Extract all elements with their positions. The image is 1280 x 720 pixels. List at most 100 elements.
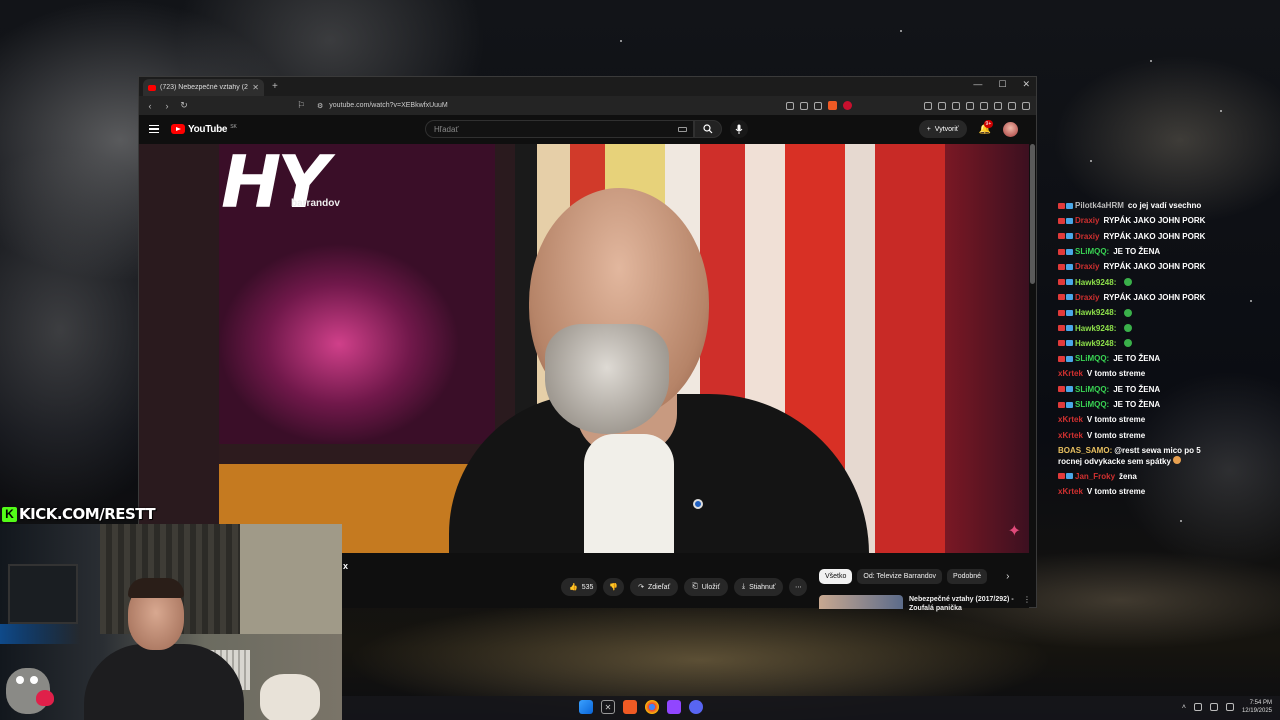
chat-username[interactable]: Hawk9248: xyxy=(1075,339,1116,348)
like-button[interactable]: 👍 535 xyxy=(561,578,598,596)
chat-username[interactable]: SLiMQQ: xyxy=(1075,400,1109,409)
search-button[interactable] xyxy=(694,120,722,138)
chat-username[interactable]: SLiMQQ: xyxy=(1075,354,1109,363)
browser-tab[interactable]: (723) Nebezpečné vztahy (2015) ✕ xyxy=(143,79,264,96)
video-player[interactable]: HY barrandov ✦ xyxy=(139,144,1029,553)
webcam-light xyxy=(0,624,80,644)
chat-username[interactable]: SLiMQQ: xyxy=(1075,385,1109,394)
chat-badges xyxy=(1058,340,1073,347)
clock-time: 7:54 PM xyxy=(1249,700,1272,706)
twitch-icon[interactable] xyxy=(667,700,681,714)
keyboard-icon[interactable] xyxy=(678,126,687,132)
download-icon: ⤓ xyxy=(741,583,746,590)
chat-message: Draxiy RYPÁK JAKO JOHN PORK xyxy=(1058,259,1278,274)
back-icon[interactable]: ‹ xyxy=(145,101,155,111)
brave-shields-icon[interactable] xyxy=(828,101,837,110)
chat-username[interactable]: Jan_Froky xyxy=(1075,472,1115,481)
extension-icons xyxy=(786,101,1030,110)
kebab-menu-icon[interactable]: ⋮ xyxy=(1023,595,1031,613)
plus-icon: + xyxy=(926,125,931,133)
recommended-title[interactable]: Nebezpečné vztahy (2017/292) - Zoufalá p… xyxy=(909,595,1017,613)
extension-icon[interactable] xyxy=(924,101,932,110)
brave-browser-icon[interactable] xyxy=(623,700,637,714)
wallet-icon[interactable] xyxy=(994,101,1002,110)
share-icon[interactable] xyxy=(814,101,822,110)
create-button[interactable]: + Vytvoriť xyxy=(918,120,967,138)
new-tab-icon[interactable]: + xyxy=(272,81,278,92)
chat-username[interactable]: BOAS_SAMO: xyxy=(1058,446,1112,455)
chat-username[interactable]: Hawk9248: xyxy=(1075,308,1116,317)
sidebar-icon[interactable] xyxy=(980,101,988,110)
chip-all[interactable]: Všetko xyxy=(819,569,853,584)
forward-icon[interactable]: › xyxy=(162,101,172,111)
search-input[interactable]: Hľadať xyxy=(425,120,694,138)
reload-icon[interactable]: ↻ xyxy=(179,100,189,111)
chat-username[interactable]: Pilotk4aHRM xyxy=(1075,201,1124,210)
task-view-icon[interactable]: ✕ xyxy=(601,700,615,714)
cast-icon[interactable] xyxy=(786,101,794,110)
mic-tray-icon[interactable] xyxy=(1193,703,1202,711)
checkmark-emote-icon xyxy=(1124,278,1133,287)
save-button[interactable]: ⎗ Uložiť xyxy=(684,578,728,596)
chat-username[interactable]: xKrtek xyxy=(1058,415,1083,424)
recommended-thumbnail[interactable] xyxy=(819,595,903,609)
chip-from-channel[interactable]: Od: Televize Barrandov xyxy=(857,569,943,584)
share-button[interactable]: ↷ Zdieľať xyxy=(630,578,679,596)
chat-username[interactable]: xKrtek xyxy=(1058,487,1083,496)
chat-message: Jan_Froky žena xyxy=(1058,469,1278,484)
maximize-icon[interactable]: ☐ xyxy=(998,79,1006,90)
media-icon[interactable] xyxy=(952,101,960,110)
brave-rewards-icon[interactable] xyxy=(843,101,852,110)
vpn-icon[interactable] xyxy=(1008,101,1016,110)
notifications-button[interactable]: 🔔 9+ xyxy=(979,119,994,135)
star xyxy=(1220,110,1222,112)
subscriber-badge-icon xyxy=(1058,325,1065,332)
minimize-icon[interactable]: — xyxy=(973,79,982,90)
chat-username[interactable]: SLiMQQ: xyxy=(1075,247,1109,256)
bookmark-icon[interactable]: ⚐ xyxy=(296,100,306,111)
chrome-icon[interactable] xyxy=(645,700,659,714)
chat-username[interactable]: Draxiy xyxy=(1075,232,1099,241)
video-title: x xyxy=(343,561,349,571)
chat-username[interactable]: Hawk9248: xyxy=(1075,278,1116,287)
chat-username[interactable]: Hawk9248: xyxy=(1075,324,1116,333)
chat-username[interactable]: Draxiy xyxy=(1075,262,1099,271)
discord-icon[interactable] xyxy=(689,700,703,714)
chat-username[interactable]: Draxiy xyxy=(1075,293,1099,302)
dislike-button[interactable]: 👎 xyxy=(603,578,625,596)
account-avatar[interactable] xyxy=(1003,121,1018,137)
youtube-wordmark: YouTube xyxy=(188,123,228,135)
chat-username[interactable]: Draxiy xyxy=(1075,216,1099,225)
start-menu-icon[interactable] xyxy=(579,700,593,714)
recommended-video[interactable]: Nebezpečné vztahy (2017/292) - Zoufalá p… xyxy=(819,595,1031,613)
chat-text: JE TO ŽENA xyxy=(1113,247,1161,257)
youtube-logo[interactable]: YouTube SK xyxy=(171,124,237,135)
url-field[interactable]: ⚙ youtube.com/watch?v=XEBkwfxUuuM xyxy=(313,99,779,112)
extension-icon[interactable] xyxy=(966,101,974,110)
chat-message: xKrtek V tomto streme xyxy=(1058,484,1278,499)
chat-message: Hawk9248: xyxy=(1058,274,1278,289)
close-window-icon[interactable]: ✕ xyxy=(1022,79,1030,90)
volume-icon[interactable] xyxy=(1225,703,1234,711)
chat-username[interactable]: xKrtek xyxy=(1058,369,1083,378)
network-icon[interactable] xyxy=(1209,703,1218,711)
subscriber-badge-icon xyxy=(1058,401,1065,408)
chevron-up-icon[interactable]: ˄ xyxy=(1182,704,1186,711)
close-tab-icon[interactable]: ✕ xyxy=(252,83,259,92)
site-info-icon[interactable]: ⚙ xyxy=(317,102,323,110)
page-scrollbar[interactable] xyxy=(1030,144,1035,284)
translate-icon[interactable] xyxy=(800,101,808,110)
microphone-icon xyxy=(735,124,743,134)
chat-username[interactable]: xKrtek xyxy=(1058,431,1083,440)
menu-icon[interactable] xyxy=(1022,101,1030,110)
chip-related[interactable]: Podobné xyxy=(947,569,988,584)
chevron-right-icon[interactable]: › xyxy=(1006,571,1009,582)
extension-icon[interactable] xyxy=(938,101,946,110)
chat-message: Draxiy RYPÁK JAKO JOHN PORK xyxy=(1058,290,1278,305)
voice-search-button[interactable] xyxy=(730,120,748,138)
download-button[interactable]: ⤓ Stiahnuť xyxy=(733,578,784,596)
clock[interactable]: 7:54 PM 12/19/2025 xyxy=(1242,699,1272,715)
more-actions-button[interactable]: ⋯ xyxy=(789,578,808,596)
thumbs-up-icon: 👍 xyxy=(569,584,578,591)
hamburger-menu-icon[interactable] xyxy=(149,124,159,134)
